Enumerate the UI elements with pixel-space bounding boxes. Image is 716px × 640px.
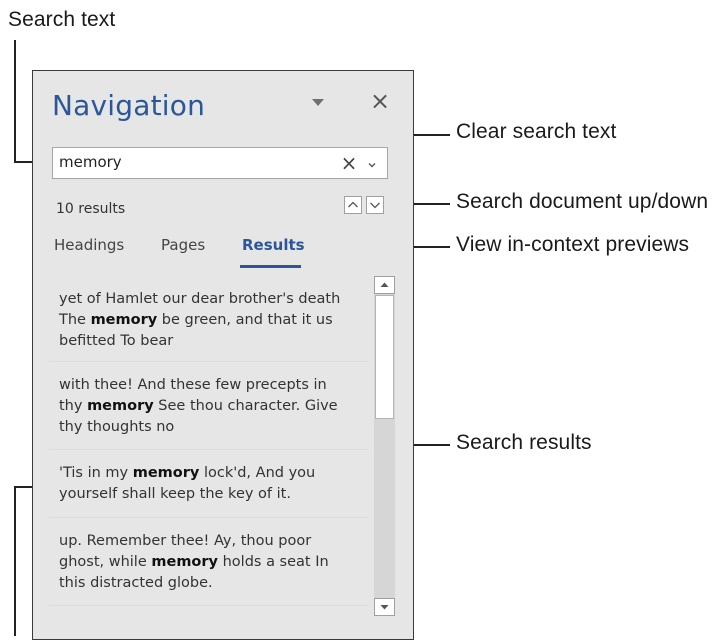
- chevron-down-icon: [368, 163, 376, 168]
- result-item[interactable]: up. Remember thee! Ay, thou poor ghost, …: [49, 520, 369, 606]
- scroll-thumb[interactable]: [375, 295, 394, 419]
- clear-icon: ×: [340, 151, 358, 175]
- callout-search-up-down: Search document up/down: [456, 190, 709, 213]
- clear-search-button[interactable]: ×: [340, 151, 358, 175]
- callout-clear-search-text: Clear search text: [456, 120, 617, 143]
- search-options-button[interactable]: [366, 158, 378, 170]
- result-line: ghost, while memory holds a seat In: [59, 554, 329, 570]
- tab-headings[interactable]: Headings: [54, 236, 124, 254]
- active-tab-indicator: [240, 265, 301, 268]
- result-line: this distracted globe.: [59, 575, 213, 591]
- chevron-down-icon: [312, 98, 324, 106]
- result-item[interactable]: 'Tis in my memory lock'd, And you yourse…: [49, 452, 369, 518]
- leader-search-text-vertical: [14, 40, 16, 162]
- scroll-down-button[interactable]: [374, 598, 395, 616]
- search-term-highlight: memory: [132, 465, 200, 481]
- result-item[interactable]: with thee! And these few precepts in thy…: [49, 364, 369, 450]
- previous-result-button[interactable]: [344, 196, 362, 214]
- result-line: thy memory See thou character. Give: [59, 398, 338, 414]
- pane-options-button[interactable]: [309, 95, 327, 109]
- results-count: 10 results: [56, 201, 126, 217]
- search-term-highlight: memory: [151, 554, 218, 570]
- results-scrollbar[interactable]: [374, 276, 395, 616]
- result-line: up. Remember thee! Ay, thou poor: [59, 533, 312, 549]
- callout-search-text: Search text: [8, 8, 116, 31]
- result-line: with thee! And these few precepts in: [59, 377, 327, 393]
- search-term-highlight: memory: [90, 312, 158, 328]
- close-icon: ×: [369, 87, 391, 115]
- next-result-button[interactable]: [366, 196, 384, 214]
- triangle-down-icon: [380, 605, 389, 610]
- result-line: yourself shall keep the key of it.: [59, 486, 291, 502]
- triangle-up-icon: [380, 282, 389, 287]
- result-line: thy thoughts no: [59, 419, 175, 435]
- result-line: yet of Hamlet our dear brother's death: [59, 291, 341, 307]
- callout-search-results: Search results: [456, 431, 592, 454]
- close-pane-button[interactable]: ×: [368, 89, 392, 113]
- leader-left-bracket-vertical: [14, 486, 16, 636]
- tab-results[interactable]: Results: [242, 236, 305, 254]
- search-input-value: memory: [59, 153, 122, 171]
- callout-in-context-previews: View in-context previews: [456, 233, 690, 256]
- scroll-up-button[interactable]: [374, 276, 395, 294]
- result-line: befitted To bear: [59, 333, 174, 349]
- chevron-up-icon: [348, 201, 358, 208]
- tab-pages[interactable]: Pages: [161, 236, 205, 254]
- result-line: The memory be green, and that it us: [59, 312, 333, 328]
- chevron-down-icon: [370, 202, 380, 209]
- result-line: 'Tis in my memory lock'd, And you: [59, 465, 316, 481]
- search-term-highlight: memory: [87, 398, 154, 414]
- pane-title: Navigation: [52, 89, 206, 122]
- search-input[interactable]: memory ×: [52, 147, 388, 179]
- result-item[interactable]: yet of Hamlet our dear brother's death T…: [49, 278, 369, 362]
- navigation-pane: Navigation × memory × 10 results Heading…: [32, 70, 414, 640]
